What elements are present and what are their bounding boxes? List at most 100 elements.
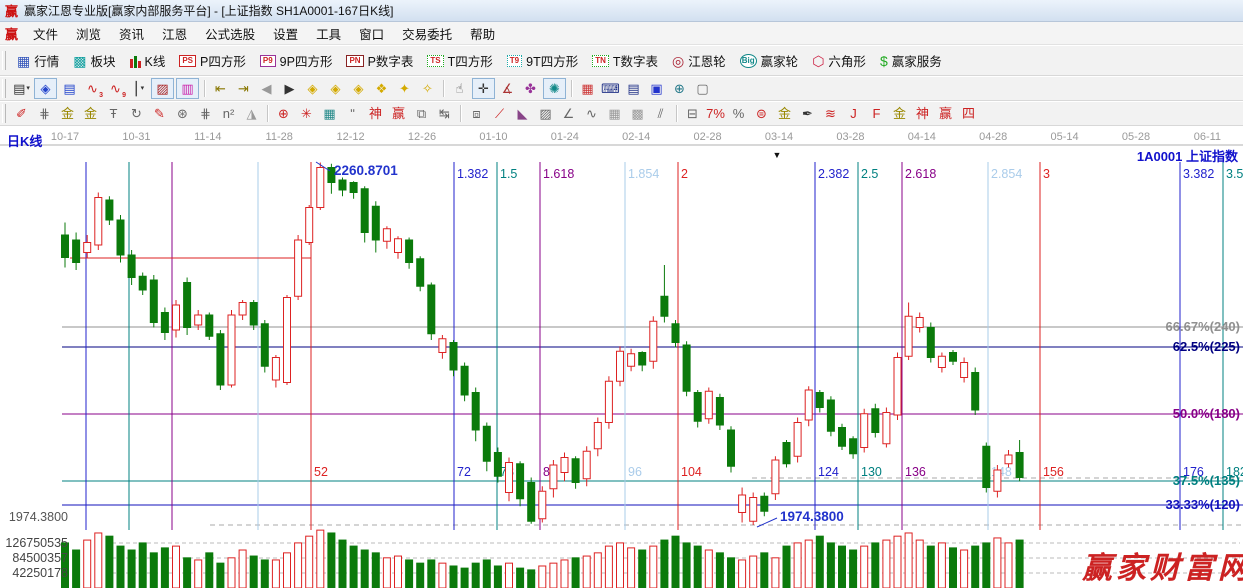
double-tick-tool[interactable]: ʺ xyxy=(342,104,363,123)
nav-prev[interactable]: ◀ xyxy=(256,79,277,98)
calendar-tool[interactable]: ▦ xyxy=(577,79,598,98)
nav-first[interactable]: ⇤ xyxy=(210,79,231,98)
candle-style-dropdown[interactable]: ⎮▾ xyxy=(128,79,149,98)
wave-9-tool[interactable]: ∿9 xyxy=(105,79,126,98)
zoom-pattern-tool[interactable]: ◈ xyxy=(34,78,57,99)
candle-body xyxy=(261,324,268,367)
fan-red-tool[interactable]: ⟋ xyxy=(489,104,510,123)
comb-tool-2[interactable]: ⋕ xyxy=(195,104,216,123)
menu-item-1[interactable]: 浏览 xyxy=(67,26,110,44)
f-angle-tool[interactable]: F xyxy=(866,104,887,123)
scale-tool[interactable]: ⊟ xyxy=(682,104,703,123)
wave-band-tool[interactable]: ≋ xyxy=(820,104,841,123)
kline-period-dropdown[interactable]: ▤▾ xyxy=(11,79,32,98)
parallel-tool[interactable]: ⫽ xyxy=(650,104,671,123)
angle-measure-tool[interactable]: ∡ xyxy=(497,79,518,98)
menu-item-2[interactable]: 资讯 xyxy=(110,26,153,44)
n-square-tool[interactable]: n² xyxy=(218,104,239,123)
wave-3-tool[interactable]: ∿3 xyxy=(82,79,103,98)
calculator-tool[interactable]: ⌨ xyxy=(600,79,621,98)
gold-angle-tool[interactable]: 金 xyxy=(889,104,910,123)
sectors-button[interactable]: ▩板块 xyxy=(66,49,122,73)
gold-square-tool[interactable]: 金 xyxy=(57,104,78,123)
nine-p-square-button[interactable]: P99P四方形 xyxy=(253,49,340,73)
menu-item-3[interactable]: 江恩 xyxy=(153,26,196,44)
market-quotes-button[interactable]: ▦行情 xyxy=(10,49,66,73)
gann-arrow-all[interactable]: ✧ xyxy=(417,79,438,98)
j-angle-tool[interactable]: J xyxy=(843,104,864,123)
menu-item-6[interactable]: 工具 xyxy=(307,26,350,44)
grid-a-tool[interactable]: ▦ xyxy=(604,104,625,123)
span-tool[interactable]: ↹ xyxy=(434,104,455,123)
web-sync-tool[interactable]: ⊕ xyxy=(669,79,690,98)
nav-last[interactable]: ⇥ xyxy=(233,79,254,98)
diag-grid-tool[interactable]: ▨ xyxy=(535,104,556,123)
menu-item-5[interactable]: 设置 xyxy=(264,26,307,44)
pattern-tool[interactable]: ▨ xyxy=(151,78,174,99)
t-grid-tool[interactable]: Ŧ xyxy=(103,104,124,123)
fan-purple-tool[interactable]: ◣ xyxy=(512,104,533,123)
notes-tool[interactable]: ▤ xyxy=(623,79,644,98)
p-number-table-button[interactable]: PNP数字表 xyxy=(339,49,420,73)
winner-service-button[interactable]: $赢家服务 xyxy=(873,49,949,73)
remote-tool[interactable]: ▢ xyxy=(692,79,713,98)
comb-tool[interactable]: ⋕ xyxy=(34,104,55,123)
winner-wheel-button[interactable]: Big赢家轮 xyxy=(733,49,805,73)
angle-mirror-tool[interactable]: ◮ xyxy=(241,104,262,123)
zigzag-tool[interactable]: ∿ xyxy=(581,104,602,123)
volume-bar xyxy=(195,560,202,588)
cycle-circle-tool[interactable]: ⊛ xyxy=(172,104,193,123)
nav-next[interactable]: ▶ xyxy=(279,79,300,98)
gann-fan-circle-tool[interactable]: ⊕ xyxy=(273,104,294,123)
t-square-button[interactable]: TST四方形 xyxy=(420,49,499,73)
gann-wheel-icon: ◎ xyxy=(672,54,684,68)
t-number-table-button[interactable]: TNT数字表 xyxy=(585,49,665,73)
gold-ring-tool[interactable]: 金 xyxy=(80,104,101,123)
ying-angle-tool[interactable]: 赢 xyxy=(935,104,956,123)
si-angle-tool[interactable]: 四 xyxy=(958,104,979,123)
marker-tool[interactable]: ✎ xyxy=(149,104,170,123)
menu-item-7[interactable]: 窗口 xyxy=(350,26,393,44)
hand-tool[interactable]: ☝ xyxy=(449,79,470,98)
shen-angle-tool[interactable]: 神 xyxy=(912,104,933,123)
volume-bar xyxy=(716,553,723,588)
percent-line-tool[interactable]: ⊜ xyxy=(751,104,772,123)
chart-canvas[interactable]: 10-1710-3111-1411-2812-1212-2601-1001-24… xyxy=(0,126,1243,588)
p-square-button[interactable]: PSP四方形 xyxy=(172,49,253,73)
brain-tool[interactable]: ✺ xyxy=(543,78,566,99)
gann-arrow-right[interactable]: ◈ xyxy=(325,79,346,98)
hexagon-button[interactable]: ⬡六角形 xyxy=(805,49,873,73)
menu-item-9[interactable]: 帮助 xyxy=(461,26,504,44)
radial-web-tool[interactable]: ✳ xyxy=(296,104,317,123)
gann-arrow-horizontal[interactable]: ◈ xyxy=(348,79,369,98)
percent-7-tool[interactable]: 7% xyxy=(705,104,726,123)
gann-arrow-plus[interactable]: ✦ xyxy=(394,79,415,98)
ruler-tool[interactable]: ⧉ xyxy=(411,104,432,123)
shen-tool[interactable]: 神 xyxy=(365,104,386,123)
gann-arrow-left[interactable]: ◈ xyxy=(302,79,323,98)
angle-line-tool[interactable]: ∠ xyxy=(558,104,579,123)
gold-ring-2-tool[interactable]: 金 xyxy=(774,104,795,123)
info-panel-tool[interactable]: ▤ xyxy=(59,79,80,98)
save-tool[interactable]: ▣ xyxy=(646,79,667,98)
grid-b-tool[interactable]: ▩ xyxy=(627,104,648,123)
ying-tool[interactable]: 赢 xyxy=(388,104,409,123)
crosshair-tool[interactable]: ✛ xyxy=(472,78,495,99)
percent-tool[interactable]: % xyxy=(728,104,749,123)
box-tool[interactable]: ⧈ xyxy=(466,104,487,123)
histogram-tool[interactable]: ▥ xyxy=(176,78,199,99)
pen-tool[interactable]: ✐ xyxy=(11,104,32,123)
gann-arrow-cross[interactable]: ❖ xyxy=(371,79,392,98)
nine-t-square-button[interactable]: T99T四方形 xyxy=(500,49,585,73)
gann-percent-label: 62.5%(225) xyxy=(1173,339,1240,354)
spiral-tool[interactable]: ↻ xyxy=(126,104,147,123)
gann-wheel-button[interactable]: ◎江恩轮 xyxy=(665,49,733,73)
gann-ratio-label: 1.5 xyxy=(500,167,517,181)
web-grid-tool[interactable]: ▦ xyxy=(319,104,340,123)
menu-item-4[interactable]: 公式选股 xyxy=(196,26,264,44)
ink-tool[interactable]: ✒ xyxy=(797,104,818,123)
kline-button[interactable]: K线 xyxy=(123,49,173,73)
menu-item-0[interactable]: 文件 xyxy=(24,26,67,44)
flower-tool[interactable]: ✤ xyxy=(520,79,541,98)
menu-item-8[interactable]: 交易委托 xyxy=(393,26,461,44)
